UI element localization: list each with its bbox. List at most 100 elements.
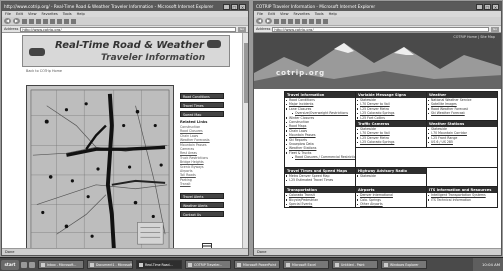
refresh-icon[interactable] [281, 18, 286, 24]
section-message-signs: Variable Message Signs Statewide I-70 De… [355, 90, 427, 122]
right-window-title: COTRIP Traveler Information - Microsoft … [256, 4, 376, 9]
nav-contact-us[interactable]: Contact Us [180, 210, 224, 217]
minimize-button[interactable]: _ [476, 3, 483, 10]
close-button[interactable]: × [492, 3, 499, 10]
car-icon [29, 48, 45, 56]
site-logo[interactable]: cotrip.org [276, 69, 325, 77]
colorado-road-map[interactable] [26, 85, 174, 248]
start-button[interactable]: start [1, 259, 19, 270]
quick-launch-desktop-icon[interactable] [29, 261, 35, 268]
content-grid: Travel Information Road Conditions Major… [284, 90, 498, 208]
system-tray-clock[interactable]: 10:04 AM [473, 258, 503, 271]
list-item[interactable]: Statewide [356, 174, 426, 178]
list-item[interactable]: I-25 Colorado Springs [356, 140, 426, 144]
home-link[interactable]: Back to COTrip Home [26, 69, 62, 73]
print-icon[interactable] [323, 18, 328, 24]
back-icon[interactable]: ◀ [4, 18, 11, 24]
go-button[interactable]: Go [238, 26, 246, 32]
page-banner: Real-Time Road & Weather Traveler Inform… [22, 35, 230, 67]
left-title-bar[interactable]: http://www.cotrip.org/ - Real-Time Road … [2, 2, 248, 11]
taskbar-item[interactable]: Windows Explorer [381, 260, 427, 269]
nav-weather-alerts[interactable]: Weather Alerts [180, 201, 224, 208]
taskbar-item[interactable]: Inbox - Microsoft... [38, 260, 84, 269]
maximize-button[interactable]: □ [231, 3, 238, 10]
list-item[interactable]: ITS Technical Information [427, 198, 497, 202]
left-browser-window: http://www.cotrip.org/ - Real-Time Road … [1, 1, 249, 256]
taskbar-item[interactable]: Document1 - Microsoft... [87, 260, 133, 269]
history-icon[interactable] [57, 18, 62, 24]
stop-icon[interactable] [22, 18, 27, 24]
taskbar-item[interactable]: COTRIP Traveler... [185, 260, 231, 269]
menu-view[interactable]: View [28, 12, 37, 16]
list-item[interactable]: Ski Weather Forecast [427, 111, 497, 115]
home-icon[interactable] [288, 18, 293, 24]
site-header: cotrip.org COTRIP Home | Site Map [254, 33, 501, 89]
menu-file[interactable]: File [257, 12, 263, 16]
truck-icon [207, 40, 221, 48]
address-input[interactable]: http://www.cotrip.org/ [20, 26, 236, 32]
refresh-icon[interactable] [29, 18, 34, 24]
section-weather: Weather National Weather Service Satelli… [426, 90, 498, 122]
search-icon[interactable] [43, 18, 48, 24]
map-graphic [30, 89, 170, 248]
right-status-bar: Done [254, 248, 501, 255]
section-highway-radio: Highway Advisory Radio Statewide [355, 166, 427, 188]
list-item[interactable]: Other Airports [356, 202, 426, 206]
left-page-content: Real-Time Road & Weather Traveler Inform… [2, 33, 248, 248]
forward-icon[interactable]: ▶ [13, 18, 20, 24]
history-icon[interactable] [309, 18, 314, 24]
forward-icon[interactable]: ▶ [265, 18, 272, 24]
nav-travel-times[interactable]: Travel Times [180, 102, 224, 108]
section-weather-stations: Weather Stations Statewide I-70 Mountain… [426, 120, 498, 148]
menu-file[interactable]: File [5, 12, 11, 16]
menu-favorites[interactable]: Favorites [42, 12, 58, 16]
taskbar-item[interactable]: Real-Time Road... [136, 260, 182, 269]
list-item[interactable]: I-25 Fort Collins [356, 116, 426, 120]
nav-road-conditions[interactable]: Road Conditions [180, 93, 224, 99]
nav-speed-map[interactable]: Speed Map [180, 111, 224, 117]
banner-title: Real-Time Road & Weather [55, 40, 204, 51]
favorites-icon[interactable] [302, 18, 307, 24]
back-icon[interactable]: ◀ [256, 18, 263, 24]
menu-help[interactable]: Help [77, 12, 85, 16]
list-item[interactable]: US 6 / US 285 [427, 140, 497, 144]
scrollbar-thumb[interactable] [244, 43, 248, 103]
list-item[interactable]: I-25 Estimated Travel Times [285, 178, 355, 182]
left-scrollbar[interactable] [242, 33, 248, 248]
maximize-button[interactable]: □ [484, 3, 491, 10]
quick-launch-ie-icon[interactable] [21, 261, 27, 268]
search-icon[interactable] [295, 18, 300, 24]
mail-icon[interactable] [316, 18, 321, 24]
menu-edit[interactable]: Edit [268, 12, 275, 16]
favorites-icon[interactable] [50, 18, 55, 24]
go-button[interactable]: Go [491, 26, 499, 32]
taskbar-item[interactable]: Microsoft PowerPoint [234, 260, 280, 269]
print-icon[interactable] [71, 18, 76, 24]
address-input[interactable]: http://www.cotrip.org/ [272, 26, 489, 32]
list-item[interactable]: Road Closures / Commercial Restrictions [285, 155, 355, 159]
menu-edit[interactable]: Edit [16, 12, 23, 16]
left-side-nav: Road Conditions Travel Times Speed Map R… [180, 93, 224, 220]
taskbar-item[interactable]: Microsoft Excel [283, 260, 329, 269]
menu-favorites[interactable]: Favorites [294, 12, 310, 16]
home-icon[interactable] [36, 18, 41, 24]
close-button[interactable]: × [239, 3, 246, 10]
right-title-bar[interactable]: COTRIP Traveler Information - Microsoft … [254, 2, 501, 11]
menu-tools[interactable]: Tools [315, 12, 324, 16]
list-item[interactable]: Special Events [285, 202, 355, 206]
link-item[interactable]: Transit [180, 182, 224, 186]
menu-tools[interactable]: Tools [63, 12, 72, 16]
menu-help[interactable]: Help [329, 12, 337, 16]
taskbar-item[interactable]: Untitled - Paint [332, 260, 378, 269]
right-page-content: cotrip.org COTRIP Home | Site Map Travel… [254, 33, 501, 248]
stop-icon[interactable] [274, 18, 279, 24]
address-label: Address [256, 27, 271, 31]
nav-travel-alerts[interactable]: Travel Alerts [180, 192, 224, 199]
header-links[interactable]: COTRIP Home | Site Map [453, 35, 495, 39]
section-its: ITS Information and Resources Intelligen… [426, 186, 498, 208]
minimize-button[interactable]: _ [223, 3, 230, 10]
mail-icon[interactable] [64, 18, 69, 24]
section-travel-information: Travel Information Road Conditions Major… [284, 91, 356, 168]
left-status-bar: Done [2, 248, 248, 255]
menu-view[interactable]: View [280, 12, 289, 16]
